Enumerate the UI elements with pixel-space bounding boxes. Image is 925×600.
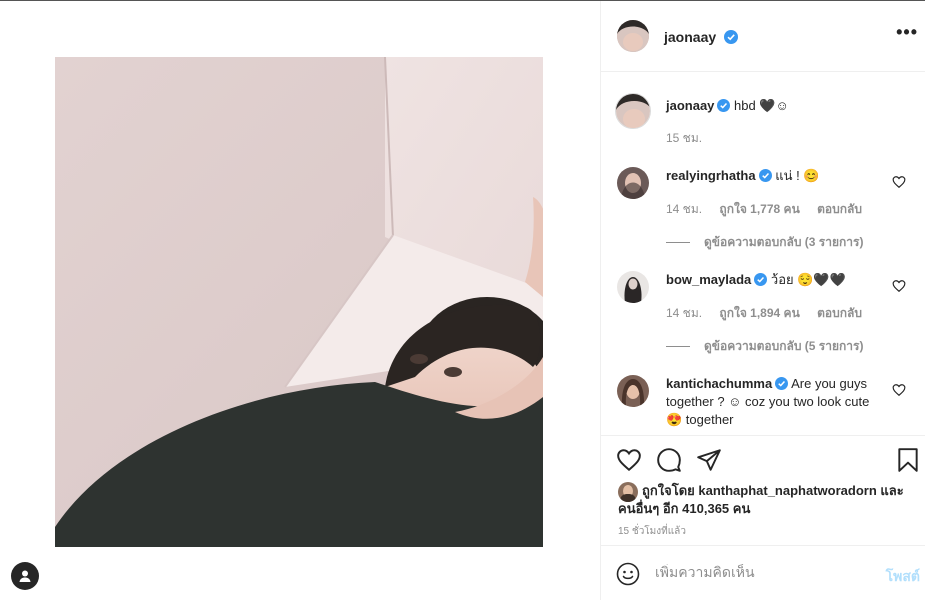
caption-avatar[interactable] (615, 93, 651, 129)
comment-time[interactable]: 14 ชม. (666, 202, 702, 216)
add-comment-bar: โพสต์ (601, 545, 925, 600)
comment-likes[interactable]: ถูกใจ 1,894 คน (719, 306, 799, 320)
comments-section: jaonaay hbd 🖤☺ 15 ชม. realyingrhatha แน่… (601, 73, 925, 435)
verified-badge-icon (775, 377, 789, 390)
verified-badge-icon (723, 30, 738, 44)
replies-dash (666, 346, 690, 348)
commenter-avatar[interactable] (617, 271, 649, 303)
comment-like-heart-icon[interactable] (892, 383, 906, 397)
photo-area (0, 1, 600, 600)
comment-text: ว้อย 😌🖤🖤 (770, 272, 846, 287)
comment-bubble-icon[interactable] (656, 447, 682, 473)
comment-username[interactable]: bow_maylada (666, 272, 751, 287)
view-replies-label: ดูข้อความตอบกลับ (3 รายการ) (704, 235, 864, 249)
post-details-panel: jaonaay ••• jaonaay hbd 🖤☺ 15 ชม. realyi… (600, 1, 925, 600)
reply-button[interactable]: ตอบกลับ (817, 202, 862, 216)
view-replies-label: ดูข้อความตอบกลับ (5 รายการ) (704, 339, 864, 353)
post-actions: ถูกใจโดย kanthaphat_naphatworadorn และคน… (601, 435, 925, 545)
post-photo[interactable] (55, 57, 543, 547)
post-header: jaonaay ••• (601, 1, 925, 72)
comment-username[interactable]: kantichachumma (666, 376, 772, 391)
replies-dash (666, 242, 690, 244)
comment-time[interactable]: 14 ชม. (666, 306, 702, 320)
liked-by[interactable]: ถูกใจโดย kanthaphat_naphatworadorn และคน… (618, 482, 918, 518)
profile-button[interactable] (11, 562, 39, 590)
post-comment-button[interactable]: โพสต์ (886, 566, 920, 588)
comment-like-heart-icon[interactable] (892, 175, 906, 189)
heart-icon[interactable] (616, 447, 642, 473)
commenter-avatar[interactable] (617, 167, 649, 199)
liked-by-text: ถูกใจโดย kanthaphat_naphatworadorn และคน… (618, 483, 904, 516)
instagram-post-page: jaonaay ••• jaonaay hbd 🖤☺ 15 ชม. realyi… (0, 0, 925, 600)
post-timestamp[interactable]: 15 ชั่วโมงที่แล้ว (618, 524, 686, 539)
paper-plane-icon[interactable] (696, 447, 722, 473)
comment-text: แน่ ! 😊 (775, 168, 820, 183)
caption-text: hbd 🖤☺ (734, 98, 789, 113)
reply-button[interactable]: ตอบกลับ (817, 306, 862, 320)
comment-username[interactable]: realyingrhatha (666, 168, 756, 183)
user-icon (19, 570, 31, 582)
bookmark-icon[interactable] (895, 447, 921, 473)
verified-badge-icon (754, 273, 768, 286)
more-options-button[interactable]: ••• (896, 23, 918, 41)
author-username[interactable]: jaonaay (664, 29, 716, 45)
comment-like-heart-icon[interactable] (892, 279, 906, 293)
comment-likes[interactable]: ถูกใจ 1,778 คน (719, 202, 799, 216)
caption-username[interactable]: jaonaay (666, 98, 714, 113)
commenter-avatar[interactable] (617, 375, 649, 407)
view-replies-button[interactable]: ดูข้อความตอบกลับ (5 รายการ) (666, 337, 863, 356)
verified-badge-icon (758, 169, 772, 182)
author-avatar[interactable] (617, 20, 649, 52)
verified-badge-icon (717, 99, 731, 112)
add-comment-input[interactable] (655, 564, 875, 580)
view-replies-button[interactable]: ดูข้อความตอบกลับ (3 รายการ) (666, 233, 863, 252)
smiley-icon[interactable] (616, 562, 640, 586)
caption-time[interactable]: 15 ชม. (666, 131, 702, 145)
liked-by-avatar[interactable] (618, 482, 638, 502)
